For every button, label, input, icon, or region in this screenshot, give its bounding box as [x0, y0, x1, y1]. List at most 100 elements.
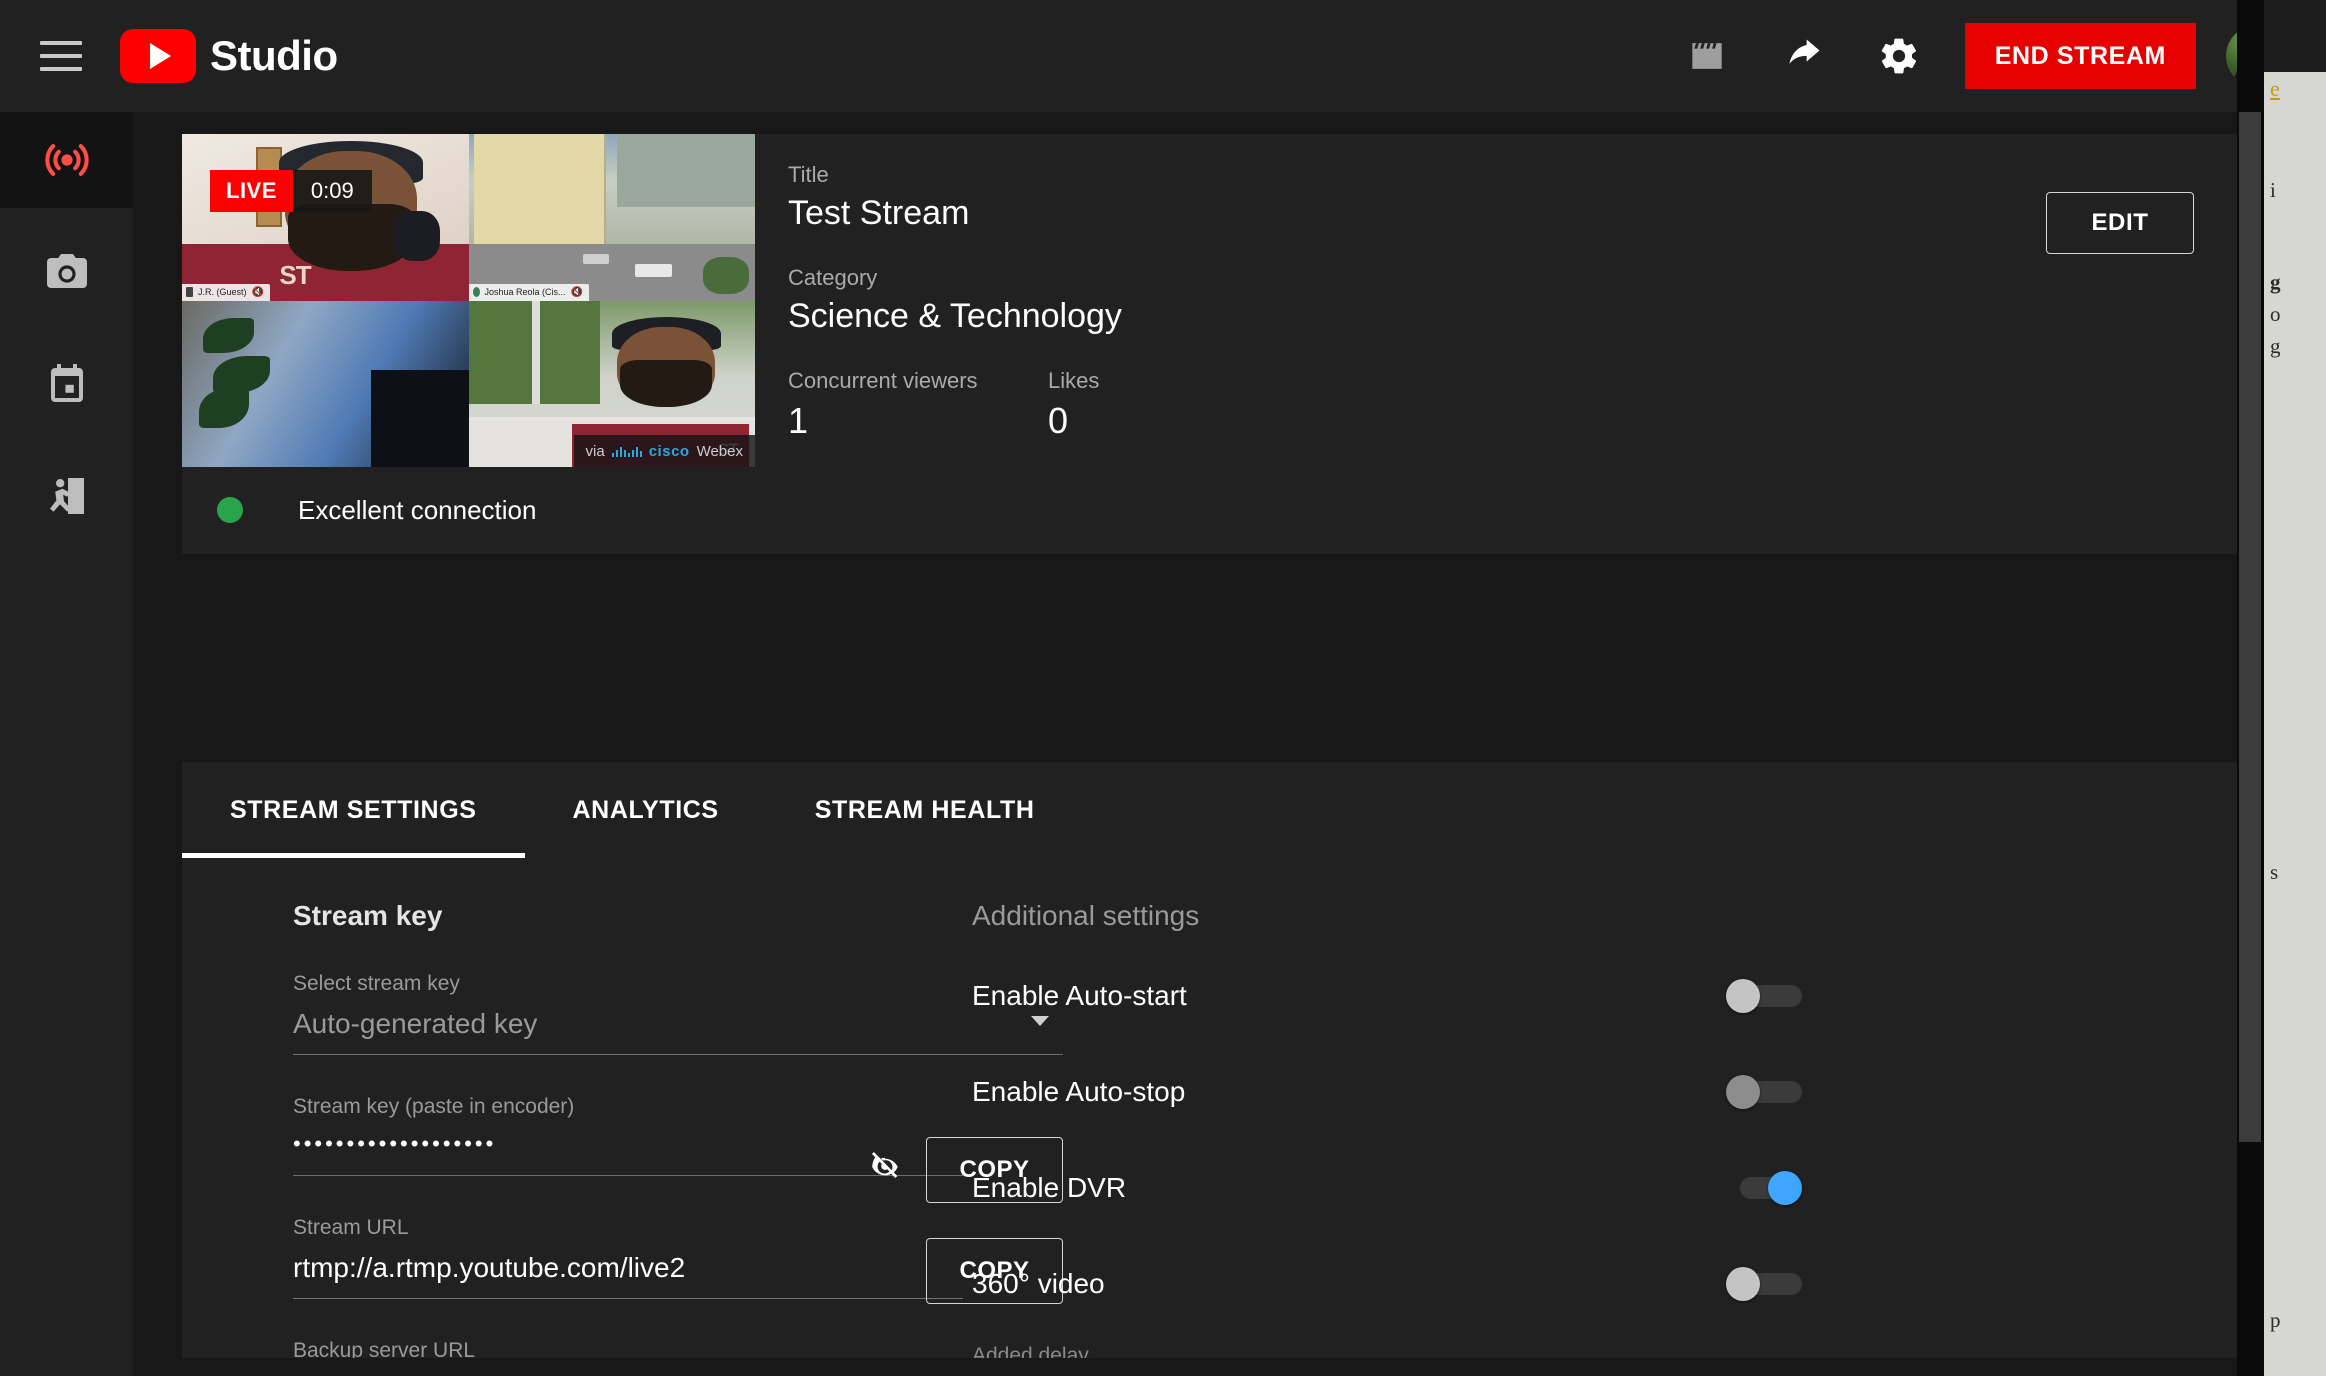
top-bar: Studio END STREAM: [0, 0, 2326, 112]
building-far: [617, 134, 755, 208]
added-delay-label: Added delay: [972, 1344, 1089, 1358]
share-icon[interactable]: [1755, 8, 1851, 104]
eye-off-icon[interactable]: [867, 1149, 903, 1190]
participant-tile-4: ST via cisco Webex: [468, 300, 755, 467]
scrollbar-thumb[interactable]: [2239, 112, 2261, 1142]
toggle-thumb: [1726, 979, 1760, 1013]
stream-key-label: Stream key (paste in encoder): [293, 1095, 575, 1118]
end-stream-button[interactable]: END STREAM: [1964, 23, 2196, 89]
toggle-360-video[interactable]: [1726, 1267, 1802, 1301]
tree: [703, 257, 750, 294]
calendar-icon: [50, 364, 83, 402]
viewers-value: 1: [788, 400, 809, 441]
window-frame: [531, 300, 541, 404]
participant-name: Joshua Reola (Cis...: [484, 287, 566, 297]
mic-muted-icon: 🔇: [570, 286, 583, 298]
stream-timer: 0:09: [292, 170, 372, 212]
additional-settings-column: Additional settings Enable Auto-start En…: [972, 858, 1802, 1316]
edit-button[interactable]: EDIT: [2046, 192, 2194, 254]
device-icon: [186, 287, 193, 297]
background-text: i: [2270, 178, 2276, 202]
additional-settings-heading: Additional settings: [972, 900, 1200, 931]
watermark-prefix: via: [585, 442, 605, 460]
live-broadcast-icon: [44, 144, 89, 176]
stream-key-field[interactable]: Stream key (paste in encoder) ••••••••••…: [293, 1095, 1063, 1203]
gear-glyph: [1881, 38, 1916, 74]
sidebar-item-webcam[interactable]: [0, 224, 133, 320]
car: [634, 263, 672, 278]
tile-headphones: [394, 210, 440, 261]
car: [583, 253, 609, 264]
concurrent-viewers-stat: Concurrent viewers 1: [788, 368, 1048, 442]
select-stream-key-label: Select stream key: [293, 972, 460, 995]
hamburger-bar: [40, 67, 82, 71]
tab-analytics[interactable]: ANALYTICS: [525, 762, 767, 858]
participant-tile-3: [182, 300, 469, 467]
select-stream-key-value: Auto-generated key: [293, 1008, 538, 1039]
toggle-auto-start[interactable]: [1726, 979, 1802, 1013]
participant-name: J.R. (Guest): [198, 287, 247, 297]
top-bar-actions: END STREAM: [1659, 0, 2326, 112]
sidebar-item-manage[interactable]: [0, 448, 133, 544]
leaf: [199, 387, 250, 428]
youtube-studio-live-control-room: Studio END STREAM ST J.R. (Guest) 🔇 Josh…: [0, 0, 2326, 1376]
backup-url-field[interactable]: Backup server URL rtmp://b.rtmp.youtube.…: [293, 1339, 1063, 1358]
mic-muted-icon: 🔇: [251, 286, 264, 298]
stream-settings-panel: Stream key Select stream key Auto-genera…: [182, 858, 2243, 1358]
hamburger-icon[interactable]: [40, 41, 82, 71]
settings-tabs: STREAM SETTINGS ANALYTICS STREAM HEALTH: [182, 762, 2243, 858]
page-scrollbar[interactable]: [2237, 0, 2264, 1376]
brand-logo[interactable]: Studio: [120, 29, 338, 83]
setting-label: 360° video: [972, 1268, 1105, 1299]
participant-name-badge: Joshua Reola (Cis... 🔇: [468, 283, 589, 301]
hamburger-bar: [40, 41, 82, 45]
sidebar-item-schedule[interactable]: [0, 336, 133, 432]
background-text: g: [2270, 270, 2281, 294]
stream-url-label: Stream URL: [293, 1216, 409, 1239]
title-label: Title: [788, 162, 829, 187]
watermark-product: Webex: [696, 442, 743, 460]
background-window-sliver[interactable]: e i g o g s p: [2264, 0, 2326, 1376]
connection-status-text: Excellent connection: [298, 494, 537, 525]
plant: [199, 310, 285, 443]
background-text: p: [2270, 1308, 2281, 1332]
live-status-badge: LIVE 0:09: [210, 170, 372, 212]
tab-stream-settings[interactable]: STREAM SETTINGS: [182, 762, 525, 858]
setting-dvr: Enable DVR: [972, 1156, 1802, 1220]
setting-auto-start: Enable Auto-start: [972, 964, 1802, 1028]
field-underline: [293, 1298, 963, 1299]
brand-label: Studio: [210, 32, 338, 79]
watermark-brand: cisco: [648, 442, 690, 460]
field-underline: [293, 1175, 963, 1176]
field-underline: [293, 1054, 1063, 1055]
toggle-auto-stop[interactable]: [1726, 1075, 1802, 1109]
stream-url-field[interactable]: Stream URL rtmp://a.rtmp.youtube.com/liv…: [293, 1216, 1063, 1304]
play-triangle: [150, 43, 171, 69]
webex-watermark: via cisco Webex: [573, 435, 755, 467]
toggle-dvr[interactable]: [1726, 1171, 1802, 1205]
clapperboard-glyph: [1692, 43, 1722, 69]
connection-status: Excellent connection: [182, 482, 536, 538]
tab-stream-health[interactable]: STREAM HEALTH: [767, 762, 1083, 858]
status-badge: [217, 497, 243, 523]
camera-icon: [46, 254, 87, 288]
gear-icon[interactable]: [1851, 8, 1947, 104]
select-stream-key-field[interactable]: Select stream key Auto-generated key: [293, 972, 1063, 1055]
participant-name-badge: J.R. (Guest) 🔇: [182, 283, 270, 301]
background-link[interactable]: e: [2270, 76, 2280, 102]
setting-360-video: 360° video: [972, 1252, 1802, 1316]
youtube-play-icon: [120, 29, 196, 83]
sidebar-item-stream[interactable]: [0, 112, 133, 208]
stream-key-column: Stream key Select stream key Auto-genera…: [293, 858, 1063, 1358]
left-rail: [0, 112, 133, 1376]
clapperboard-icon[interactable]: [1659, 8, 1755, 104]
backup-url-label: Backup server URL: [293, 1339, 476, 1358]
background-text: o: [2270, 302, 2281, 326]
setting-label: Enable Auto-stop: [972, 1076, 1186, 1107]
share-arrow-glyph: [1789, 39, 1820, 64]
stream-overview-card: ST J.R. (Guest) 🔇 Joshua Reola (Cis... 🔇…: [182, 134, 2243, 554]
tile-beard: [620, 360, 713, 408]
tab-label: STREAM HEALTH: [814, 795, 1035, 824]
multi-participant-preview[interactable]: ST J.R. (Guest) 🔇 Joshua Reola (Cis... 🔇…: [182, 134, 755, 467]
tab-label: ANALYTICS: [572, 795, 719, 824]
